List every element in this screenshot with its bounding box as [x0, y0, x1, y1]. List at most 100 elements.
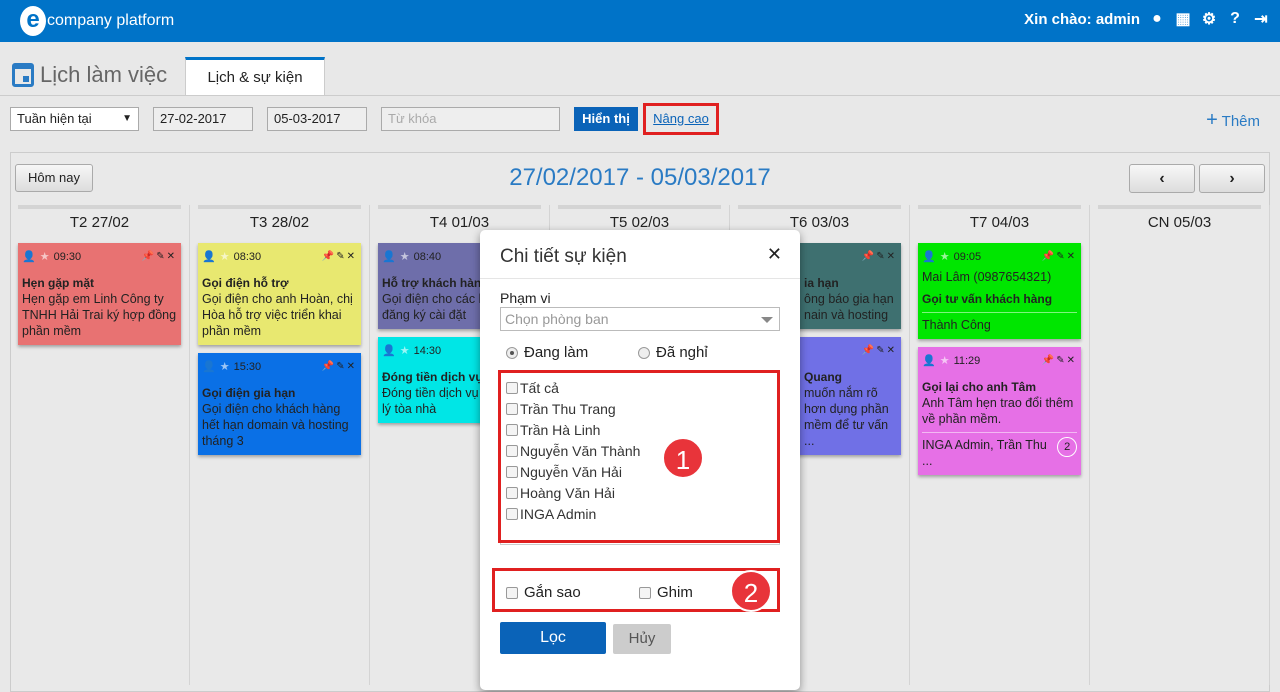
- day-column: T3 28/02 👤 ★ 08:30 📌✎✕ Gọi điện hỗ trợ Gọi…: [190, 205, 370, 685]
- pin-icon[interactable]: 📌: [862, 251, 876, 262]
- user-icon: 👤: [922, 355, 936, 367]
- event-contact: Mai Lâm (0987654321): [922, 270, 1052, 284]
- event-time: 09:05: [953, 251, 982, 263]
- advanced-link[interactable]: Nâng cao: [643, 103, 719, 135]
- event-card[interactable]: 👤 ★ 15:30 📌✎✕ Gọi điện gia hạn Gọi điện ch…: [198, 353, 361, 455]
- delete-icon[interactable]: ✕: [347, 361, 357, 372]
- event-desc: Hẹn gặp em Linh Công ty TNHH Hải Trai ký…: [22, 292, 177, 338]
- add-button[interactable]: + Thêm: [1206, 109, 1260, 132]
- pin-icon[interactable]: 📌: [1042, 251, 1056, 262]
- event-title: Gọi điện hỗ trợ: [202, 276, 289, 290]
- to-date-input[interactable]: 05-03-2017: [267, 107, 367, 131]
- department-select[interactable]: Chọn phòng ban: [500, 307, 780, 331]
- event-card[interactable]: 👤 ★ 08:30 📌✎✕ Gọi điện hỗ trợ Gọi điện cho…: [198, 243, 361, 345]
- calendar-icon: [12, 63, 34, 87]
- page-title: Lịch làm việc: [12, 62, 167, 88]
- event-desc: Gọi điện cho khách hàng hết hạn domain v…: [202, 402, 349, 448]
- user-icon: 👤: [202, 361, 216, 373]
- from-date-input[interactable]: 27-02-2017: [153, 107, 253, 131]
- star-icon[interactable]: ★: [940, 249, 950, 265]
- keyword-input[interactable]: Từ khóa: [381, 107, 560, 131]
- marker-2: 2: [730, 570, 772, 612]
- pin-icon[interactable]: 📌: [1042, 355, 1056, 366]
- pin-icon[interactable]: 📌: [142, 251, 156, 262]
- date-range-title: 27/02/2017 - 05/03/2017: [509, 164, 771, 191]
- show-button[interactable]: Hiển thị: [574, 107, 638, 131]
- pinned-checkbox[interactable]: Ghim: [639, 584, 693, 601]
- tab-calendar-events[interactable]: Lịch & sự kiện: [185, 57, 325, 96]
- gear-icon[interactable]: ⚙: [1200, 10, 1218, 28]
- star-icon[interactable]: ★: [220, 249, 230, 265]
- cancel-button[interactable]: Hủy: [613, 624, 671, 654]
- edit-icon[interactable]: ✎: [336, 361, 346, 372]
- event-footer: INGA Admin, Trần Thu ...: [922, 438, 1047, 468]
- delete-icon[interactable]: ✕: [887, 345, 897, 356]
- period-select[interactable]: Tuần hiện tại ▼: [10, 107, 139, 131]
- day-column: T7 04/03 👤 ★ 09:05 📌✎✕ Mai Lâm (0987654321…: [910, 205, 1090, 685]
- apps-grid-icon[interactable]: ▦: [1174, 10, 1192, 28]
- event-title: Gọi lại cho anh Tâm: [922, 380, 1037, 394]
- help-icon[interactable]: ?: [1226, 10, 1244, 28]
- modal-title: Chi tiết sự kiện: [500, 246, 627, 267]
- star-icon[interactable]: ★: [940, 353, 950, 369]
- delete-icon[interactable]: ✕: [167, 251, 177, 262]
- pin-icon[interactable]: 📌: [322, 251, 336, 262]
- event-filter-modal: Chi tiết sự kiện ✕ Phạm vi Chọn phòng ba…: [480, 230, 800, 690]
- star-icon[interactable]: ★: [400, 343, 410, 359]
- highlight-box-1: [498, 370, 780, 543]
- radio-active[interactable]: Đang làm: [506, 344, 588, 361]
- user-icon: 👤: [22, 251, 36, 263]
- user-circle-icon[interactable]: ●: [1148, 10, 1166, 28]
- event-desc: Gọi điện cho anh Hoàn, chị Hòa hỗ trợ vi…: [202, 292, 353, 338]
- event-time: 11:29: [953, 355, 981, 367]
- scope-label: Phạm vi: [500, 290, 551, 306]
- event-card[interactable]: 👤 ★ 09:30 📌✎✕ Hẹn gặp mặt Hẹn gặp em Linh …: [18, 243, 181, 345]
- user-icon: 👤: [202, 251, 216, 263]
- pin-icon[interactable]: 📌: [862, 345, 876, 356]
- delete-icon[interactable]: ✕: [1067, 251, 1077, 262]
- day-header: T2 27/02: [18, 205, 181, 235]
- close-icon[interactable]: ✕: [767, 244, 782, 265]
- marker-1: 1: [662, 437, 704, 479]
- delete-icon[interactable]: ✕: [347, 251, 357, 262]
- day-header: T7 04/03: [918, 205, 1081, 235]
- edit-icon[interactable]: ✎: [1056, 355, 1066, 366]
- user-icon: 👤: [922, 251, 936, 263]
- edit-icon[interactable]: ✎: [336, 251, 346, 262]
- greeting: Xin chào: admin: [1024, 10, 1140, 28]
- star-icon[interactable]: ★: [40, 249, 50, 265]
- top-header: e company platform Xin chào: admin ● ▦ ⚙ …: [0, 0, 1280, 42]
- event-time: 14:30: [413, 345, 442, 357]
- delete-icon[interactable]: ✕: [887, 251, 897, 262]
- filter-button[interactable]: Lọc: [500, 622, 606, 654]
- user-icon: 👤: [382, 251, 396, 263]
- event-title: Gọi điện gia hạn: [202, 386, 296, 400]
- prev-week-button[interactable]: ‹: [1129, 164, 1195, 193]
- starred-checkbox[interactable]: Gắn sao: [506, 584, 581, 601]
- radio-left[interactable]: Đã nghỉ: [638, 344, 708, 361]
- edit-icon[interactable]: ✎: [876, 345, 886, 356]
- logout-icon[interactable]: ⇥: [1252, 10, 1270, 28]
- star-icon[interactable]: ★: [400, 249, 410, 265]
- event-footer: Thành Công: [922, 318, 991, 332]
- event-time: 08:30: [233, 251, 262, 263]
- day-header: T3 28/02: [198, 205, 361, 235]
- event-desc: Anh Tâm hẹn trao đổi thêm về phần mềm.: [922, 396, 1074, 426]
- event-time: 08:40: [413, 251, 442, 263]
- day-column: T2 27/02 👤 ★ 09:30 📌✎✕ Hẹn gặp mặt Hẹn gặp…: [10, 205, 190, 685]
- edit-icon[interactable]: ✎: [1056, 251, 1066, 262]
- divider: [0, 95, 1280, 96]
- event-card[interactable]: 👤 ★ 09:05 📌✎✕ Mai Lâm (0987654321) Gọi tư …: [918, 243, 1081, 339]
- event-title: Gọi tư vấn khách hàng: [922, 292, 1053, 306]
- day-header: CN 05/03: [1098, 205, 1261, 235]
- user-icon: 👤: [382, 345, 396, 357]
- edit-icon[interactable]: ✎: [876, 251, 886, 262]
- star-icon[interactable]: ★: [220, 359, 230, 375]
- next-week-button[interactable]: ›: [1199, 164, 1265, 193]
- logo[interactable]: e company platform: [20, 6, 174, 36]
- event-card[interactable]: 👤 ★ 11:29 📌✎✕ Gọi lại cho anh Tâm Anh Tâm …: [918, 347, 1081, 475]
- day-column: CN 05/03: [1090, 205, 1270, 685]
- pin-icon[interactable]: 📌: [322, 361, 336, 372]
- delete-icon[interactable]: ✕: [1067, 355, 1077, 366]
- edit-icon[interactable]: ✎: [156, 251, 166, 262]
